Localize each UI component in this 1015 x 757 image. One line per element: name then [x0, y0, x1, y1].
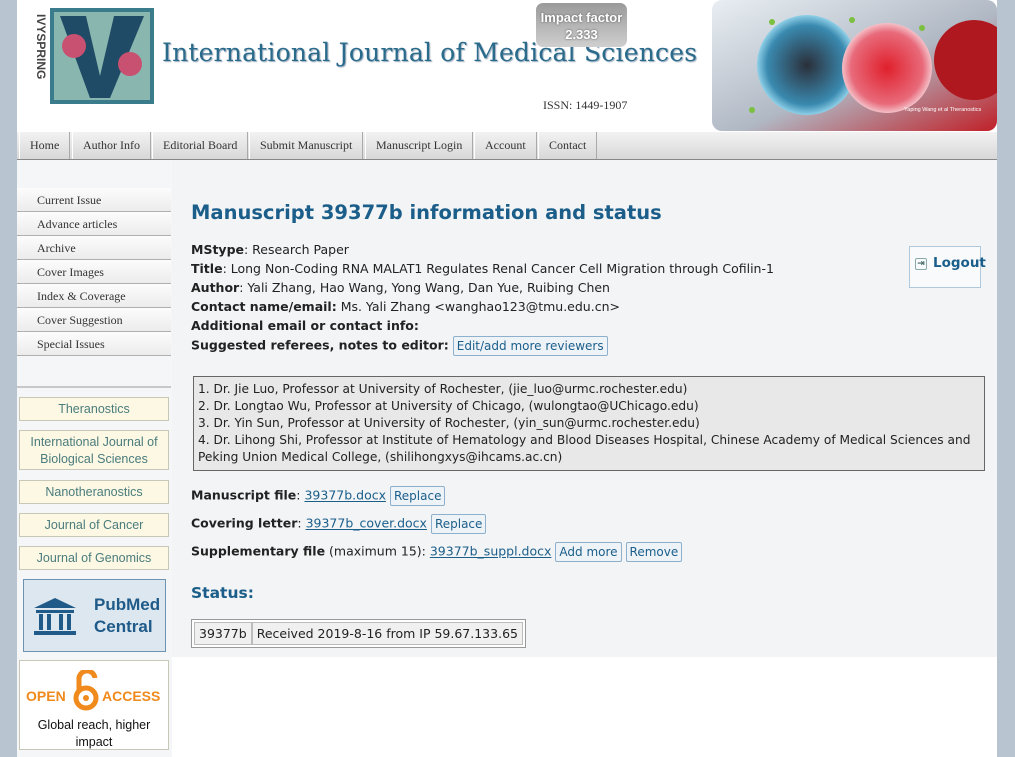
nav-submit-manuscript[interactable]: Submit Manuscript — [249, 132, 364, 159]
referee-item: 3. Dr. Yin Sun, Professor at University … — [198, 416, 700, 430]
main-nav: Home Author Info Editorial Board Submit … — [17, 132, 997, 160]
cover-image[interactable]: Yaping Wang et al Theranostics — [712, 0, 997, 131]
nav-account[interactable]: Account — [474, 132, 537, 159]
logout-icon: ⇥ — [915, 258, 927, 270]
nav-manuscript-login[interactable]: Manuscript Login — [365, 132, 474, 159]
manuscript-file-row: Manuscript file: 39377b.docx Replace — [191, 486, 446, 506]
page-title: Manuscript 39377b information and status — [191, 201, 662, 224]
status-id: 39377b — [194, 622, 252, 645]
pubmed-central-badge[interactable]: PubMed Central — [23, 579, 166, 652]
cover-letter-label: Covering letter — [191, 515, 298, 531]
referees-label: Suggested referees, notes to editor: — [191, 337, 449, 353]
sidebar-divider — [17, 386, 171, 388]
mstype-value: : Research Paper — [244, 242, 349, 257]
mstype-row: MStype: Research Paper — [191, 242, 349, 257]
main-content: Manuscript 39377b information and status… — [172, 160, 997, 657]
logout-button[interactable]: ⇥ Logout — [909, 246, 986, 288]
impact-factor-badge[interactable]: Impact factor 2.333 — [536, 3, 627, 47]
author-value: : Yali Zhang, Hao Wang, Yong Wang, Dan Y… — [239, 280, 610, 295]
cover-credit: Yaping Wang et al Theranostics — [904, 107, 981, 113]
journal-link-journal-of-genomics[interactable]: Journal of Genomics — [19, 546, 169, 570]
referees-box: 1. Dr. Jie Luo, Professor at University … — [193, 376, 985, 471]
journal-link-ijbs[interactable]: International Journal of Biological Scie… — [19, 430, 169, 470]
contact-value: Ms. Yali Zhang <wanghao123@tmu.edu.cn> — [336, 299, 620, 314]
journal-link-journal-of-cancer[interactable]: Journal of Cancer — [19, 513, 169, 537]
referees-row: Suggested referees, notes to editor: Edi… — [191, 336, 608, 356]
pmc-line2: Central — [94, 617, 153, 636]
header: IVYSPRING International Journal of Medic… — [17, 0, 997, 132]
add-more-button[interactable]: Add more — [555, 542, 622, 562]
library-icon — [34, 598, 76, 635]
supplementary-file-row: Supplementary file (maximum 15): 39377b_… — [191, 542, 683, 562]
sidebar-nav: Current Issue Advance articles Archive C… — [17, 188, 171, 356]
title-label: Title — [191, 261, 223, 276]
nav-editorial-board[interactable]: Editorial Board — [152, 132, 249, 159]
title-row: Title: Long Non-Coding RNA MALAT1 Regula… — [191, 261, 774, 276]
nav-contact[interactable]: Contact — [538, 132, 598, 159]
additional-contact-row: Additional email or contact info: — [191, 318, 419, 333]
sidebar-item-index-coverage[interactable]: Index & Coverage — [17, 284, 171, 308]
oa-word-open: OPEN — [26, 688, 66, 704]
status-table: 39377b Received 2019-8-16 from IP 59.67.… — [191, 619, 526, 648]
manuscript-file-label: Manuscript file — [191, 487, 297, 503]
author-row: Author: Yali Zhang, Hao Wang, Yong Wang,… — [191, 280, 610, 295]
open-access-logo: OPEN ACCESS — [26, 670, 160, 711]
open-access-badge[interactable]: OPEN ACCESS Global reach, higher impact — [19, 660, 169, 750]
impact-factor-value: 2.333 — [565, 27, 598, 42]
sidebar-item-special-issues[interactable]: Special Issues — [17, 332, 171, 356]
logo-text: IVYSPRING — [34, 14, 48, 79]
replace-manuscript-button[interactable]: Replace — [389, 486, 446, 506]
title-value: : Long Non-Coding RNA MALAT1 Regulates R… — [222, 261, 774, 276]
author-label: Author — [191, 280, 240, 295]
pubmed-central-text: PubMed Central — [94, 594, 160, 638]
sidebar-item-advance-articles[interactable]: Advance articles — [17, 212, 171, 236]
page: IVYSPRING International Journal of Medic… — [17, 0, 997, 757]
manuscript-file-link[interactable]: 39377b.docx — [304, 488, 386, 503]
supplementary-file-label: Supplementary file — [191, 543, 326, 559]
mstype-label: MStype — [191, 242, 244, 257]
open-access-caption: Global reach, higher impact — [37, 718, 151, 749]
sidebar-item-cover-images[interactable]: Cover Images — [17, 260, 171, 284]
impact-factor-label: Impact factor — [540, 10, 623, 25]
journal-link-theranostics[interactable]: Theranostics — [19, 397, 169, 421]
issn: ISSN: 1449-1907 — [543, 98, 628, 112]
referee-item: 4. Dr. Lihong Shi, Professor at Institut… — [198, 433, 971, 464]
referee-item: 1. Dr. Jie Luo, Professor at University … — [198, 382, 688, 396]
journal-link-nanotheranostics[interactable]: Nanotheranostics — [19, 480, 169, 504]
supplementary-note: (maximum 15): — [325, 543, 430, 559]
referee-item: 2. Dr. Longtao Wu, Professor at Universi… — [198, 399, 699, 413]
nav-home[interactable]: Home — [19, 132, 71, 159]
sidebar-item-current-issue[interactable]: Current Issue — [17, 188, 171, 212]
sidebar-item-cover-suggestion[interactable]: Cover Suggestion — [17, 308, 171, 332]
pmc-line1: PubMed — [94, 595, 161, 614]
supplementary-file-link[interactable]: 39377b_suppl.docx — [430, 544, 552, 559]
oa-word-access: ACCESS — [102, 688, 160, 704]
cover-letter-link[interactable]: 39377b_cover.docx — [306, 516, 427, 531]
edit-reviewers-button[interactable]: Edit/add more reviewers — [452, 336, 608, 356]
additional-contact-label: Additional email or contact info: — [191, 318, 419, 333]
ivyspring-logo[interactable]: IVYSPRING — [26, 6, 156, 106]
logout-label: Logout — [933, 255, 986, 271]
cover-letter-row: Covering letter: 39377b_cover.docx Repla… — [191, 514, 487, 534]
status-title: Status: — [191, 584, 254, 602]
sidebar-item-archive[interactable]: Archive — [17, 236, 171, 260]
contact-label: Contact name/email: — [191, 299, 337, 314]
replace-cover-letter-button[interactable]: Replace — [430, 514, 487, 534]
status-text: Received 2019-8-16 from IP 59.67.133.65 — [251, 622, 523, 645]
contact-row: Contact name/email: Ms. Yali Zhang <wang… — [191, 299, 620, 314]
remove-button[interactable]: Remove — [625, 542, 683, 562]
nav-author-info[interactable]: Author Info — [72, 132, 151, 159]
